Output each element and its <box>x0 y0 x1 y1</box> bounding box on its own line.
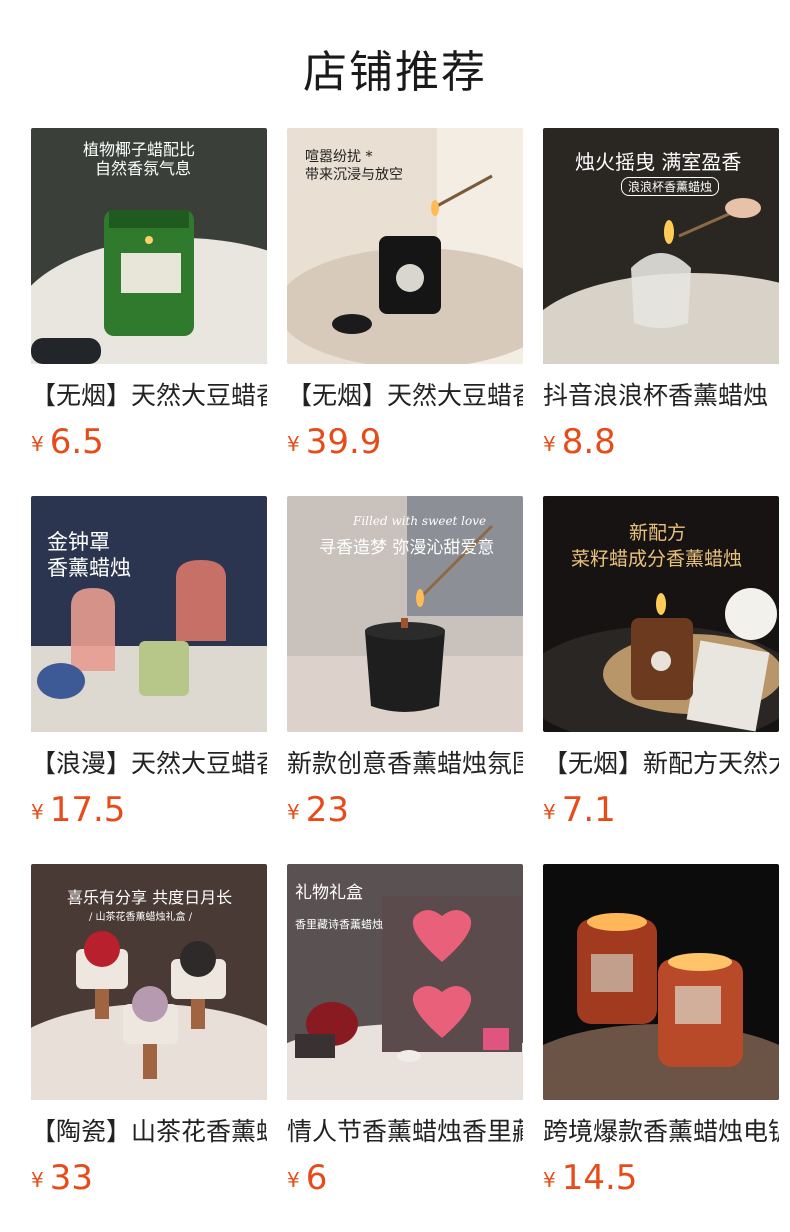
overlay-text: 烛火摇曳 满室盈香 <box>575 150 742 174</box>
product-price: ¥6.5 <box>31 420 104 464</box>
product-price: ¥8.8 <box>543 420 616 464</box>
overlay-text: Filled with sweet love <box>353 514 487 528</box>
product-image[interactable]: 喜乐有分享 共度日月长 / 山茶花香薰蜡烛礼盒 / <box>31 864 267 1100</box>
product-card[interactable]: 礼物礼盒 香里藏诗香薰蜡烛 情人节香薰蜡烛香里藏诗 ¥6 <box>287 864 523 1204</box>
product-image[interactable]: 新配方 菜籽蜡成分香薰蜡烛 <box>543 496 779 732</box>
product-image[interactable]: 植物椰子蜡配比 自然香氛气息 <box>31 128 267 364</box>
overlay-text: 喧嚣纷扰 * <box>305 149 373 165</box>
currency-symbol: ¥ <box>31 432 44 456</box>
product-price: ¥17.5 <box>31 788 125 832</box>
product-price: ¥14.5 <box>543 1156 637 1200</box>
product-name[interactable]: 【无烟】天然大豆蜡香薰蜡烛 <box>31 378 267 414</box>
product-grid: 植物椰子蜡配比 自然香氛气息 【无烟】天然大豆蜡香薰蜡烛 ¥6.5 喧嚣纷扰 *… <box>0 0 790 1232</box>
product-card[interactable]: 喜乐有分享 共度日月长 / 山茶花香薰蜡烛礼盒 / 【陶瓷】山茶花香薰蜡烛 ¥3… <box>31 864 267 1204</box>
currency-symbol: ¥ <box>31 800 44 824</box>
overlay-text: 喜乐有分享 共度日月长 <box>67 888 233 907</box>
price-value: 7.1 <box>561 790 616 830</box>
overlay-text: 寻香造梦 弥漫沁甜爱意 <box>319 538 495 558</box>
product-name[interactable]: 【浪漫】天然大豆蜡香薰蜡烛 <box>31 746 267 782</box>
product-price: ¥39.9 <box>287 420 381 464</box>
currency-symbol: ¥ <box>543 1168 556 1192</box>
product-name[interactable]: 抖音浪浪杯香薰蜡烛 <box>543 378 779 414</box>
overlay-text: 香里藏诗香薰蜡烛 <box>295 918 383 931</box>
product-image[interactable]: 礼物礼盒 香里藏诗香薰蜡烛 <box>287 864 523 1100</box>
currency-symbol: ¥ <box>287 1168 300 1192</box>
product-price: ¥33 <box>31 1156 93 1200</box>
currency-symbol: ¥ <box>543 800 556 824</box>
product-card[interactable]: 新配方 菜籽蜡成分香薰蜡烛 【无烟】新配方天然大豆蜡 ¥7.1 <box>543 496 779 836</box>
product-name[interactable]: 情人节香薰蜡烛香里藏诗 <box>287 1114 523 1150</box>
product-name[interactable]: 跨境爆款香薰蜡烛电镀杯 <box>543 1114 779 1150</box>
product-price: ¥23 <box>287 788 349 832</box>
product-name[interactable]: 【无烟】天然大豆蜡香薰蜡烛 <box>287 378 523 414</box>
overlay-text: 新配方 <box>629 522 687 544</box>
price-value: 23 <box>305 790 349 830</box>
product-card[interactable]: 跨境爆款香薰蜡烛电镀杯 ¥14.5 <box>543 864 779 1204</box>
price-value: 33 <box>49 1158 93 1198</box>
product-card[interactable]: 烛火摇曳 满室盈香 浪浪杯香薰蜡烛 抖音浪浪杯香薰蜡烛 ¥8.8 <box>543 128 779 468</box>
product-card[interactable]: 植物椰子蜡配比 自然香氛气息 【无烟】天然大豆蜡香薰蜡烛 ¥6.5 <box>31 128 267 468</box>
product-name[interactable]: 【陶瓷】山茶花香薰蜡烛 <box>31 1114 267 1150</box>
price-value: 6 <box>305 1158 328 1198</box>
price-value: 8.8 <box>561 422 616 462</box>
product-image[interactable]: 金钟罩 香薰蜡烛 <box>31 496 267 732</box>
product-price: ¥7.1 <box>543 788 616 832</box>
currency-symbol: ¥ <box>287 800 300 824</box>
product-image[interactable]: 喧嚣纷扰 * 带来沉浸与放空 <box>287 128 523 364</box>
currency-symbol: ¥ <box>31 1168 44 1192</box>
product-name[interactable]: 【无烟】新配方天然大豆蜡 <box>543 746 779 782</box>
overlay-text: 香薰蜡烛 <box>47 556 131 580</box>
product-card[interactable]: Filled with sweet love 寻香造梦 弥漫沁甜爱意 新款创意香… <box>287 496 523 836</box>
product-price: ¥6 <box>287 1156 327 1200</box>
currency-symbol: ¥ <box>287 432 300 456</box>
product-name[interactable]: 新款创意香薰蜡烛氛围 <box>287 746 523 782</box>
price-value: 14.5 <box>561 1158 638 1198</box>
product-image[interactable] <box>543 864 779 1100</box>
currency-symbol: ¥ <box>543 432 556 456</box>
overlay-text: 带来沉浸与放空 <box>305 167 403 183</box>
product-card[interactable]: 金钟罩 香薰蜡烛 【浪漫】天然大豆蜡香薰蜡烛 ¥17.5 <box>31 496 267 836</box>
overlay-text: 礼物礼盒 <box>295 883 363 903</box>
overlay-text: / 山茶花香薰蜡烛礼盒 / <box>89 912 193 923</box>
price-value: 6.5 <box>49 422 104 462</box>
product-card[interactable]: 喧嚣纷扰 * 带来沉浸与放空 【无烟】天然大豆蜡香薰蜡烛 ¥39.9 <box>287 128 523 468</box>
product-image[interactable]: Filled with sweet love 寻香造梦 弥漫沁甜爱意 <box>287 496 523 732</box>
overlay-text: 浪浪杯香薰蜡烛 <box>621 177 720 196</box>
overlay-text: 菜籽蜡成分香薰蜡烛 <box>571 548 743 570</box>
price-value: 39.9 <box>305 422 382 462</box>
price-value: 17.5 <box>49 790 126 830</box>
overlay-text: 自然香氛气息 <box>95 159 192 178</box>
product-image[interactable]: 烛火摇曳 满室盈香 浪浪杯香薰蜡烛 <box>543 128 779 364</box>
